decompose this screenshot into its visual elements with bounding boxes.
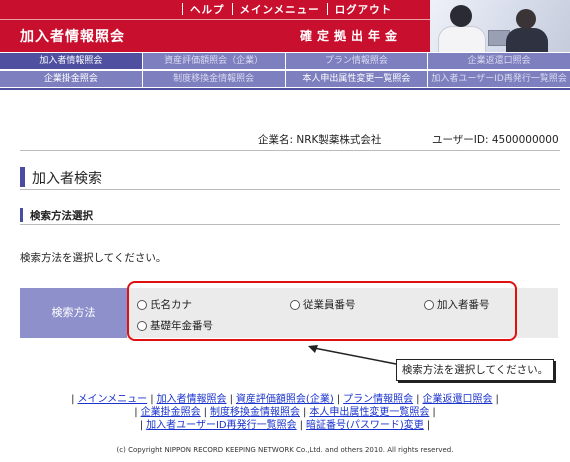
- menu-row-2: 企業掛金照会 制度移換金情報照会 本人申出属性変更一覧照会 加入者ユーザーID再発行一…: [0, 71, 570, 87]
- section-heading: 検索方法選択: [20, 206, 560, 225]
- menu-row1-item[interactable]: 資産評価額照会（企業）: [142, 53, 286, 69]
- callout-arrow-head: [308, 345, 318, 353]
- user-id-label: ユーザーID:: [432, 134, 489, 146]
- company-label: 企業名:: [258, 134, 294, 146]
- menu-row2-item[interactable]: 制度移換金情報照会: [142, 71, 286, 87]
- photo-person-body: [438, 26, 486, 52]
- menu-row2-item[interactable]: 本人申出属性変更一覧照会: [285, 71, 429, 87]
- footer-separator: |: [139, 420, 144, 431]
- user-id-value: 4500000000: [491, 134, 559, 146]
- company-name: NRK製薬株式会社: [296, 134, 382, 146]
- header-divider: [0, 19, 430, 20]
- photo-person-body: [506, 28, 548, 52]
- nav-separator: [182, 3, 183, 15]
- menu-row1-item[interactable]: プラン情報照会: [285, 53, 429, 69]
- photo-person-head: [450, 5, 472, 27]
- company-info: 企業名: NRK製薬株式会社: [258, 132, 381, 147]
- nav-separator: [326, 3, 328, 15]
- footer-separator: |: [426, 420, 431, 431]
- footer-links-row-3: | 加入者ユーザーID再発行一覧照会 | 暗証番号(パスワード)変更 |: [20, 416, 550, 431]
- logout-link[interactable]: ログアウト: [335, 2, 393, 17]
- callout-arrow: [308, 345, 397, 365]
- pension-type-label: 確定拠出年金: [300, 29, 403, 43]
- search-method-label: 検索方法: [20, 288, 127, 338]
- menu-row1-item[interactable]: 企業返還口照会: [428, 53, 570, 69]
- menu-row1-item[interactable]: 加入者情報照会: [0, 53, 143, 69]
- instruction-text: 検索方法を選択してください。: [20, 252, 167, 264]
- header-photo: [430, 0, 570, 52]
- info-divider: [20, 150, 560, 151]
- callout-tooltip: 検索方法を選択してください。: [396, 359, 554, 381]
- section-title: 検索方法選択: [30, 210, 93, 222]
- help-link[interactable]: ヘルプ: [190, 2, 225, 17]
- footer-link[interactable]: 暗証番号(パスワード)変更: [306, 420, 424, 431]
- options-highlight-frame: [127, 281, 517, 341]
- copyright-text: (c) Copyright NIPPON RECORD KEEPING NETW…: [116, 446, 454, 454]
- menu-row2-item[interactable]: 企業掛金照会: [0, 71, 143, 87]
- nav-separator: [231, 3, 233, 15]
- section-marker: [20, 208, 23, 222]
- menu-underline: [0, 88, 570, 90]
- user-info: ユーザーID: 4500000000: [432, 132, 559, 147]
- page-heading: 加入者検索: [20, 165, 560, 190]
- menu-row2-item[interactable]: 加入者ユーザーID再発行一覧照会: [428, 71, 570, 87]
- heading-marker: [20, 167, 25, 187]
- app-title: 加入者情報照会: [20, 29, 125, 45]
- top-navigation: ヘルプ メインメニュー ログアウト: [175, 0, 392, 18]
- menu-row-1: 加入者情報照会 資産評価額照会（企業） プラン情報照会 企業返還口照会: [0, 53, 570, 69]
- footer-link[interactable]: 加入者ユーザーID再発行一覧照会: [146, 420, 296, 431]
- footer-separator: |: [299, 420, 303, 431]
- main-menu-link[interactable]: メインメニュー: [240, 2, 320, 17]
- photo-person-head: [516, 9, 536, 29]
- page-title: 加入者検索: [32, 171, 102, 187]
- header-bar: ヘルプ メインメニュー ログアウト 加入者情報照会 確定拠出年金: [0, 0, 570, 52]
- callout-arrow-line: [313, 347, 397, 365]
